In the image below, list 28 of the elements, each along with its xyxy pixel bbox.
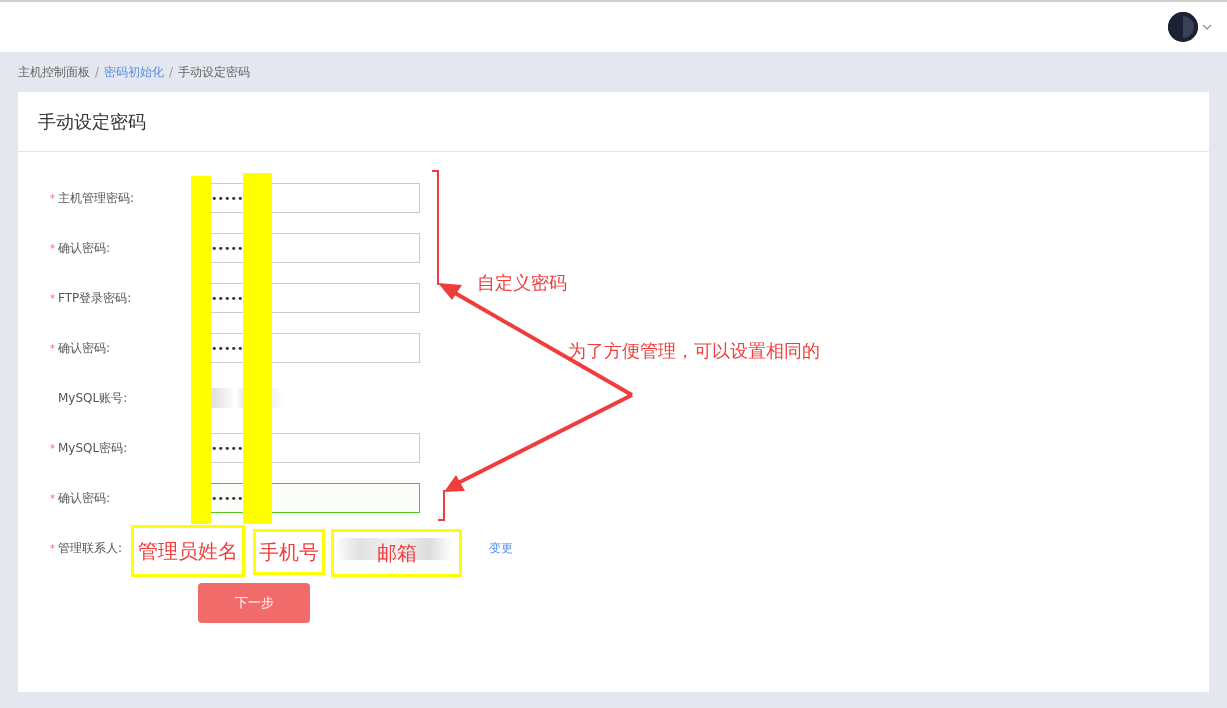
- field-label: 管理联系人:: [58, 539, 123, 557]
- annotation-text: 自定义密码: [477, 271, 567, 295]
- required-mark: *: [50, 342, 55, 354]
- field-label: MySQL密码:: [58, 439, 128, 457]
- required-mark: *: [50, 292, 55, 304]
- field-label: 确认密码:: [58, 339, 111, 357]
- breadcrumb-separator: /: [169, 65, 174, 79]
- field-label: 确认密码:: [58, 489, 111, 507]
- required-mark: *: [50, 242, 55, 254]
- card-title: 手动设定密码: [38, 109, 146, 134]
- field-label: 主机管理密码:: [58, 189, 135, 207]
- breadcrumb-separator: /: [95, 65, 100, 79]
- field-label: FTP登录密码:: [58, 289, 132, 307]
- annotation-box: 管理员姓名: [131, 525, 245, 577]
- annotation-text: 为了方便管理，可以设置相同的: [568, 339, 820, 363]
- required-mark: *: [50, 442, 55, 454]
- annotation-box: 手机号: [253, 529, 325, 575]
- avatar-icon[interactable]: [1168, 12, 1198, 42]
- annotation-box: 邮箱: [331, 529, 462, 577]
- chevron-down-icon[interactable]: [1202, 23, 1212, 31]
- breadcrumb-item: 手动设定密码: [178, 63, 251, 81]
- required-mark: *: [50, 492, 55, 504]
- field-label: MySQL账号:: [58, 389, 128, 407]
- breadcrumb-item: 主机控制面板: [18, 63, 90, 81]
- bracket-line: [437, 489, 445, 521]
- field-label: 确认密码:: [58, 239, 111, 257]
- required-mark: *: [50, 192, 55, 204]
- required-mark: *: [50, 542, 55, 554]
